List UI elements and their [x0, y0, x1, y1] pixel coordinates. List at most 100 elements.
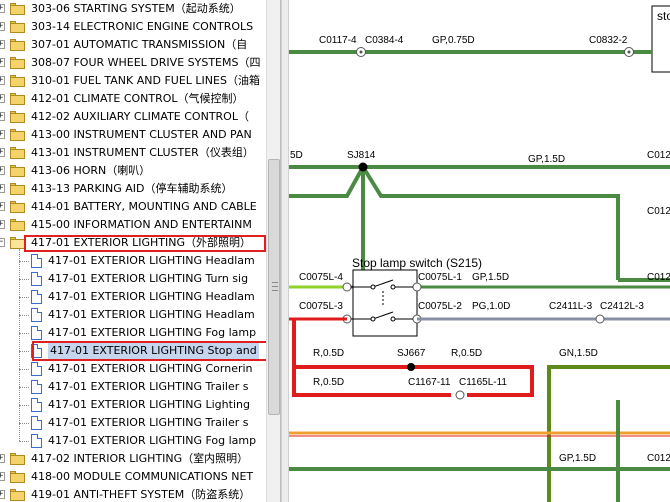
- tree-folder-item[interactable]: +414-01 BATTERY, MOUNTING AND CABLE: [0, 198, 266, 216]
- tree-connector: [19, 249, 20, 441]
- expand-icon[interactable]: +: [0, 4, 5, 13]
- tree-doc-item[interactable]: 417-01 EXTERIOR LIGHTING Headlam: [0, 306, 266, 324]
- tree-doc-item[interactable]: 417-01 EXTERIOR LIGHTING Turn sig: [0, 270, 266, 288]
- tree-doc-item[interactable]: 417-01 EXTERIOR LIGHTING Lighting: [0, 396, 266, 414]
- expand-icon[interactable]: +: [0, 454, 5, 463]
- tree-folder-item[interactable]: +413-06 HORN（喇叭）: [0, 162, 266, 180]
- tree-connector: [19, 387, 29, 388]
- folder-icon: [10, 3, 25, 15]
- tree-connector: [19, 261, 29, 262]
- splice-icon: [407, 363, 415, 371]
- expand-icon[interactable]: +: [0, 184, 5, 193]
- document-icon: [31, 398, 42, 412]
- wire-label: C0075L-4: [299, 272, 343, 283]
- expand-icon[interactable]: +: [0, 58, 5, 67]
- tree-folder-item[interactable]: +303-06 STARTING SYSTEM（起动系统）: [0, 0, 266, 18]
- connector-icon: [412, 282, 422, 292]
- tree-doc-item[interactable]: 417-01 EXTERIOR LIGHTING Trailer s: [0, 378, 266, 396]
- contact-icon: [390, 316, 396, 322]
- wire-label: R,0.5D: [451, 348, 482, 359]
- document-icon: [31, 416, 42, 430]
- document-icon: [31, 308, 42, 322]
- highlight-box: [24, 235, 266, 252]
- wire-label: GN,1.5D: [559, 348, 598, 359]
- wire-label: C1167-11: [408, 377, 451, 388]
- tree-item-label: 412-02 AUXILIARY CLIMATE CONTROL（: [31, 110, 249, 123]
- tree-item-label: 417-01 EXTERIOR LIGHTING Fog lamp: [48, 326, 257, 339]
- tree-folder-item[interactable]: +308-07 FOUR WHEEL DRIVE SYSTEMS（四: [0, 54, 266, 72]
- folder-icon: [10, 201, 25, 213]
- grip-icon: [272, 282, 278, 291]
- document-icon: [31, 254, 42, 268]
- expand-icon[interactable]: +: [0, 472, 5, 481]
- tree-item-label: 413-01 INSTRUMENT CLUSTER（仪表组）: [31, 146, 254, 159]
- connector-icon: [595, 314, 605, 324]
- expand-icon[interactable]: +: [0, 112, 5, 121]
- tree-folder-item[interactable]: +415-00 INFORMATION AND ENTERTAINM: [0, 216, 266, 234]
- contact-icon: [370, 316, 376, 322]
- wire-label: C1165L-11: [459, 377, 507, 388]
- document-icon: [31, 326, 42, 340]
- tree-folder-item[interactable]: +413-01 INSTRUMENT CLUSTER（仪表组）: [0, 144, 266, 162]
- expand-icon[interactable]: +: [0, 490, 5, 499]
- expand-icon[interactable]: +: [0, 76, 5, 85]
- folder-icon: [10, 489, 25, 501]
- highlight-box: [32, 341, 278, 361]
- tree-doc-item[interactable]: 417-01 EXTERIOR LIGHTING Fog lamp: [0, 432, 266, 450]
- tree-item-label: 418-00 MODULE COMMUNICATIONS NET: [31, 470, 254, 483]
- expand-icon[interactable]: +: [0, 202, 5, 211]
- expand-icon[interactable]: +: [0, 94, 5, 103]
- tree-doc-item[interactable]: 417-01 EXTERIOR LIGHTING Fog lamp: [0, 324, 266, 342]
- expand-icon[interactable]: +: [0, 22, 5, 31]
- wire-label: C012: [647, 206, 670, 217]
- wire-label: GP,1.5D: [528, 154, 565, 165]
- panel-splitter[interactable]: [281, 0, 289, 502]
- tree-doc-item[interactable]: 417-01 EXTERIOR LIGHTING Headlam: [0, 288, 266, 306]
- wire-label: GP,1.5D: [559, 453, 596, 464]
- tree-scrollbar[interactable]: [266, 0, 280, 502]
- tree-folder-item[interactable]: +307-01 AUTOMATIC TRANSMISSION（自: [0, 36, 266, 54]
- tree-connector: [19, 351, 29, 352]
- tree-folder-item[interactable]: +417-02 INTERIOR LIGHTING（室内照明）: [0, 450, 266, 468]
- tree-folder-item[interactable]: +419-01 ANTI-THEFT SYSTEM（防盗系统）: [0, 486, 266, 502]
- folder-icon: [10, 471, 25, 483]
- scrollbar-thumb[interactable]: [268, 159, 280, 415]
- tree-folder-item[interactable]: +413-00 INSTRUMENT CLUSTER AND PAN: [0, 126, 266, 144]
- folder-icon: [10, 129, 25, 141]
- wire-label: R,0.5D: [313, 377, 344, 388]
- tree-item-label: 412-01 CLIMATE CONTROL（气候控制）: [31, 92, 244, 105]
- tree-folder-item[interactable]: +418-00 MODULE COMMUNICATIONS NET: [0, 468, 266, 486]
- expand-icon[interactable]: +: [0, 166, 5, 175]
- tree-doc-item[interactable]: 417-01 EXTERIOR LIGHTING Trailer s: [0, 414, 266, 432]
- expand-icon[interactable]: +: [0, 220, 5, 229]
- tree-item-label: 417-01 EXTERIOR LIGHTING Trailer s: [48, 416, 249, 429]
- wire-label: GP,1.5D: [472, 272, 509, 283]
- expand-icon[interactable]: +: [0, 130, 5, 139]
- tree-connector: [19, 405, 29, 406]
- wire-label: C012: [647, 272, 670, 283]
- tree-connector: [19, 441, 29, 442]
- tree-folder-item[interactable]: +412-01 CLIMATE CONTROL（气候控制）: [0, 90, 266, 108]
- tree-connector: [19, 279, 29, 280]
- tree-doc-item[interactable]: 417-01 EXTERIOR LIGHTING Headlam: [0, 252, 266, 270]
- connector-icon: [455, 390, 465, 400]
- tree-connector: [19, 369, 29, 370]
- collapse-icon[interactable]: −: [0, 238, 5, 247]
- wire-label: C0117-4: [319, 35, 357, 46]
- expand-icon[interactable]: +: [0, 40, 5, 49]
- connector-pin-icon: [359, 50, 363, 54]
- wire-label: C2411L-3: [549, 301, 593, 312]
- wiring-diagram: sto C0117-4 C0384-4 GP,0.75D C0832-2 5D …: [289, 0, 670, 502]
- tree-item-label: 307-01 AUTOMATIC TRANSMISSION（自: [31, 38, 248, 51]
- expand-icon[interactable]: +: [0, 148, 5, 157]
- tree-folder-item[interactable]: +303-14 ELECTRONIC ENGINE CONTROLS: [0, 18, 266, 36]
- tree-item-label: 419-01 ANTI-THEFT SYSTEM（防盗系统）: [31, 488, 251, 501]
- tree-folder-item[interactable]: +413-13 PARKING AID（停车辅助系统）: [0, 180, 266, 198]
- folder-icon: [10, 111, 25, 123]
- tree-doc-item[interactable]: 417-01 EXTERIOR LIGHTING Cornerin: [0, 360, 266, 378]
- tree-folder-item[interactable]: +412-02 AUXILIARY CLIMATE CONTROL（: [0, 108, 266, 126]
- tree-folder-item[interactable]: +310-01 FUEL TANK AND FUEL LINES（油箱: [0, 72, 266, 90]
- contact-icon: [390, 284, 396, 290]
- wire-label: C0832-2: [589, 35, 628, 46]
- tree-item-label: 417-01 EXTERIOR LIGHTING Turn sig: [48, 272, 249, 285]
